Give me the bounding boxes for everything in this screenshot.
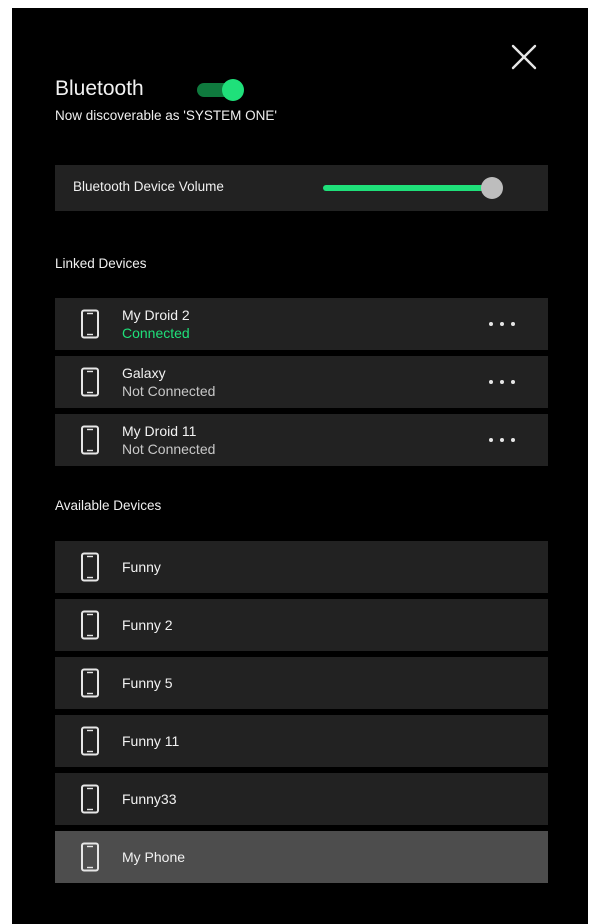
available-device-row[interactable]: Funny 11 bbox=[55, 715, 548, 767]
linked-device-row[interactable]: Galaxy Not Connected bbox=[55, 356, 548, 408]
device-status: Connected bbox=[122, 325, 190, 341]
volume-row: Bluetooth Device Volume bbox=[55, 165, 548, 211]
dot bbox=[489, 380, 493, 384]
dot bbox=[489, 322, 493, 326]
device-name: Funny 11 bbox=[122, 733, 180, 749]
toggle-knob bbox=[222, 79, 244, 101]
device-name: My Droid 11 bbox=[122, 423, 197, 439]
device-name: Galaxy bbox=[122, 365, 166, 381]
more-options-icon[interactable] bbox=[485, 314, 519, 334]
linked-devices-list: My Droid 2 Connected Galaxy Not Connected My… bbox=[55, 298, 548, 472]
available-devices-list: Funny Funny 2 Funny 5 Funny 11 Funny33 My Pho… bbox=[55, 541, 548, 889]
device-name: Funny 2 bbox=[122, 617, 173, 633]
close-icon[interactable] bbox=[508, 41, 540, 73]
device-name: Funny33 bbox=[122, 791, 177, 807]
bluetooth-panel: Bluetooth Now discoverable as 'SYSTEM ON… bbox=[12, 8, 588, 924]
device-status: Not Connected bbox=[122, 383, 216, 399]
phone-icon bbox=[81, 552, 99, 582]
dot bbox=[500, 380, 504, 384]
phone-icon bbox=[81, 668, 99, 698]
dot bbox=[511, 322, 515, 326]
available-devices-heading: Available Devices bbox=[55, 498, 162, 513]
volume-slider-thumb[interactable] bbox=[481, 177, 504, 199]
dot bbox=[511, 438, 515, 442]
dot bbox=[489, 438, 493, 442]
device-status: Not Connected bbox=[122, 441, 216, 457]
volume-slider-fill bbox=[323, 185, 493, 191]
more-options-icon[interactable] bbox=[485, 430, 519, 450]
discoverable-status: Now discoverable as 'SYSTEM ONE' bbox=[55, 108, 277, 123]
device-name: Funny 5 bbox=[122, 675, 173, 691]
available-device-row[interactable]: Funny33 bbox=[55, 773, 548, 825]
volume-label: Bluetooth Device Volume bbox=[73, 179, 224, 194]
dot bbox=[500, 438, 504, 442]
phone-icon bbox=[81, 425, 99, 455]
phone-icon bbox=[81, 842, 99, 872]
bluetooth-toggle[interactable] bbox=[195, 79, 245, 101]
dot bbox=[511, 380, 515, 384]
more-options-icon[interactable] bbox=[485, 372, 519, 392]
phone-icon bbox=[81, 726, 99, 756]
phone-icon bbox=[81, 610, 99, 640]
linked-devices-heading: Linked Devices bbox=[55, 256, 147, 271]
device-name: My Droid 2 bbox=[122, 307, 190, 323]
phone-icon bbox=[81, 784, 99, 814]
volume-slider[interactable] bbox=[323, 176, 507, 200]
available-device-row[interactable]: Funny bbox=[55, 541, 548, 593]
linked-device-row[interactable]: My Droid 2 Connected bbox=[55, 298, 548, 350]
phone-icon bbox=[81, 309, 99, 339]
available-device-row[interactable]: Funny 2 bbox=[55, 599, 548, 651]
device-name: My Phone bbox=[122, 849, 186, 865]
device-name: Funny bbox=[122, 559, 161, 575]
available-device-row[interactable]: Funny 5 bbox=[55, 657, 548, 709]
available-device-row[interactable]: My Phone bbox=[55, 831, 548, 883]
linked-device-row[interactable]: My Droid 11 Not Connected bbox=[55, 414, 548, 466]
phone-icon bbox=[81, 367, 99, 397]
dot bbox=[500, 322, 504, 326]
page-title: Bluetooth bbox=[55, 77, 144, 100]
